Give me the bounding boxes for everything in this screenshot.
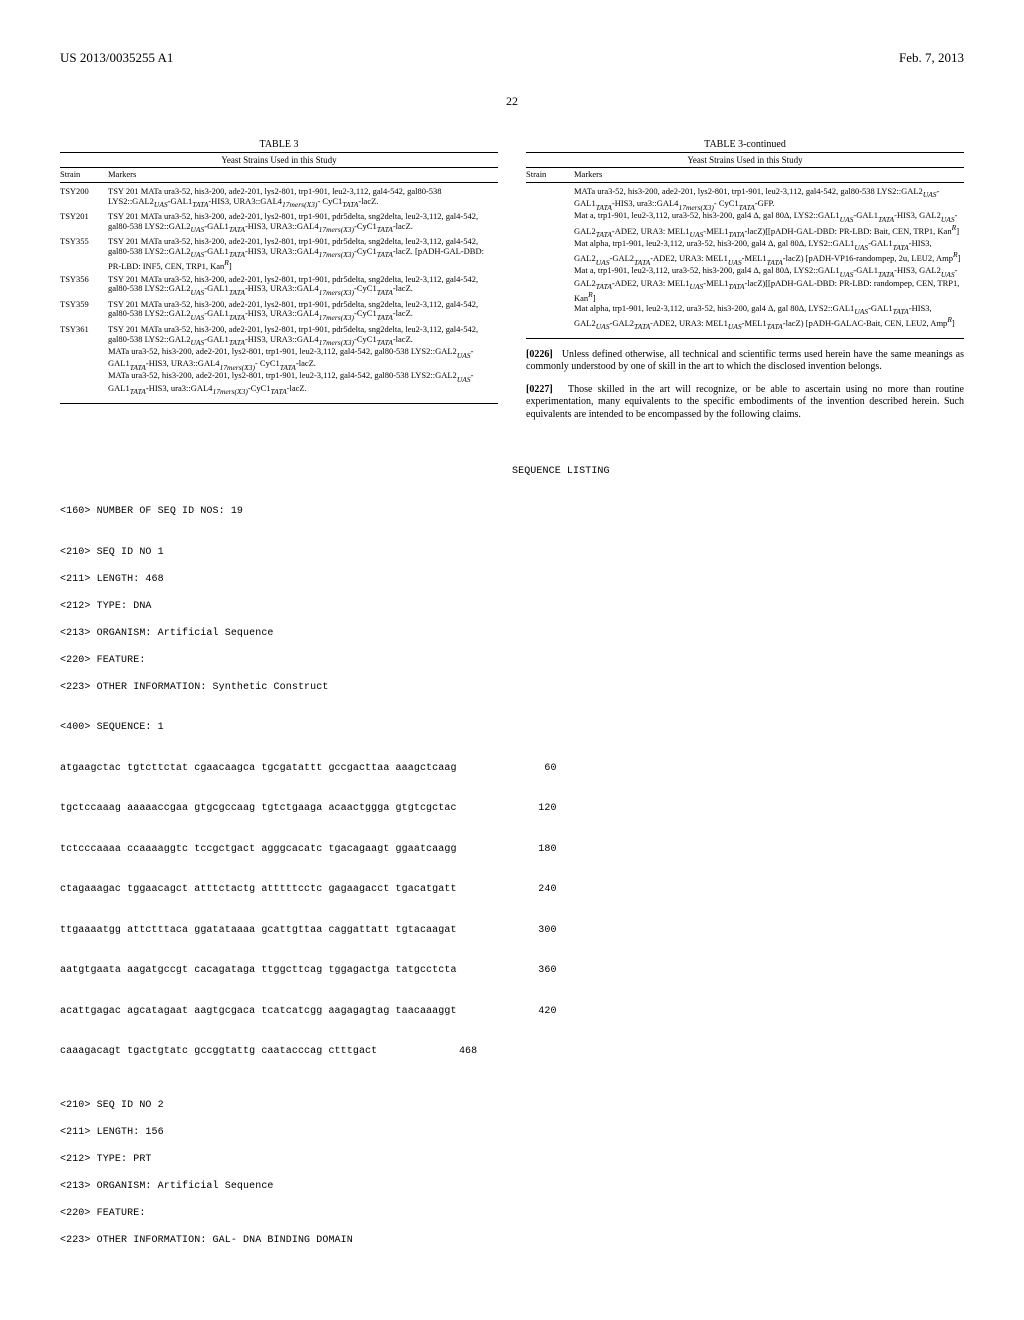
seq-header-line: <212> TYPE: PRT — [60, 1153, 964, 1167]
strain-cell — [526, 187, 574, 331]
col-header-markers: Markers — [108, 170, 498, 180]
seq-line: ctagaaagac tggaacagct atttctactg atttttc… — [60, 883, 964, 897]
table-header-row: Strain Markers — [60, 170, 498, 183]
col-header-strain: Strain — [60, 170, 108, 180]
strain-table-left: Strain Markers TSY200 TSY 201 MATa ura3-… — [60, 170, 498, 404]
markers-cell: TSY 201 MATa ura3-52, his3-200, ade2-201… — [108, 212, 498, 234]
seq-header-line: <212> TYPE: DNA — [60, 600, 964, 614]
strain-table-right: Strain Markers MATa ura3-52, his3-200, a… — [526, 170, 964, 339]
markers-cell: TSY 201 MATa ura3-52, his3-200, ade2-201… — [108, 300, 498, 322]
publication-number: US 2013/0035255 A1 — [60, 50, 173, 66]
seq-line: caaagacagt tgactgtatc gccggtattg caatacc… — [60, 1045, 964, 1059]
sequence-listing-title: SEQUENCE LISTING — [512, 465, 964, 479]
page-number: 22 — [60, 94, 964, 109]
seq-line: atgaagctac tgtcttctat cgaacaagca tgcgata… — [60, 762, 964, 776]
left-column: TABLE 3 Yeast Strains Used in this Study… — [60, 139, 498, 421]
paragraph-0226: [0226] Unless defined otherwise, all tec… — [526, 349, 964, 374]
seq-header-line: <223> OTHER INFORMATION: Synthetic Const… — [60, 681, 964, 695]
seq-line: aatgtgaata aagatgccgt cacagataga ttggctt… — [60, 964, 964, 978]
table-row: TSY356 TSY 201 MATa ura3-52, his3-200, a… — [60, 275, 498, 297]
right-column: TABLE 3-continued Yeast Strains Used in … — [526, 139, 964, 421]
sequence-listing: SEQUENCE LISTING <160> NUMBER OF SEQ ID … — [60, 451, 964, 1261]
table-row: TSY361 TSY 201 MATa ura3-52, his3-200, a… — [60, 325, 498, 396]
table-row: TSY359 TSY 201 MATa ura3-52, his3-200, a… — [60, 300, 498, 322]
seq-header-line: <220> FEATURE: — [60, 654, 964, 668]
seq-header-line: <210> SEQ ID NO 1 — [60, 546, 964, 560]
strain-cell: TSY355 — [60, 237, 108, 272]
table-row: TSY355 TSY 201 MATa ura3-52, his3-200, a… — [60, 237, 498, 272]
table-header-row: Strain Markers — [526, 170, 964, 183]
seq-header-line: <220> FEATURE: — [60, 1207, 964, 1221]
seq-tag: <400> SEQUENCE: 1 — [60, 721, 964, 735]
table3-caption: Yeast Strains Used in this Study — [60, 152, 498, 168]
strain-cell: TSY359 — [60, 300, 108, 322]
table-row: TSY200 TSY 201 MATa ura3-52, his3-200, a… — [60, 187, 498, 209]
paragraph-text: Those skilled in the art will recognize,… — [526, 384, 964, 420]
seq-line: tctcccaaaa ccaaaaggtc tccgctgact agggcac… — [60, 843, 964, 857]
seq-header-line: <223> OTHER INFORMATION: GAL- DNA BINDIN… — [60, 1234, 964, 1248]
publication-date: Feb. 7, 2013 — [899, 50, 964, 66]
table3-cont-caption: Yeast Strains Used in this Study — [526, 152, 964, 168]
paragraph-0227: [0227] Those skilled in the art will rec… — [526, 384, 964, 422]
markers-cell: TSY 201 MATa ura3-52, his3-200, ade2-201… — [108, 275, 498, 297]
col-header-markers: Markers — [574, 170, 964, 180]
table-row: TSY201 TSY 201 MATa ura3-52, his3-200, a… — [60, 212, 498, 234]
markers-cell: TSY 201 MATa ura3-52, his3-200, ade2-201… — [108, 325, 498, 396]
seq-header-line: <213> ORGANISM: Artificial Sequence — [60, 627, 964, 641]
markers-cell: TSY 201 MATa ura3-52, his3-200, ade2-201… — [108, 237, 498, 272]
strain-cell: TSY201 — [60, 212, 108, 234]
seq-line: ttgaaaatgg attctttaca ggatataaaa gcattgt… — [60, 924, 964, 938]
paragraph-number: [0227] — [526, 384, 553, 395]
page-header: US 2013/0035255 A1 Feb. 7, 2013 — [60, 50, 964, 66]
table-row: MATa ura3-52, his3-200, ade2-201, lys2-8… — [526, 187, 964, 331]
col-header-strain: Strain — [526, 170, 574, 180]
seq-num-line: <160> NUMBER OF SEQ ID NOS: 19 — [60, 505, 964, 519]
strain-cell: TSY361 — [60, 325, 108, 396]
seq-line: tgctccaaag aaaaaccgaa gtgcgccaag tgtctga… — [60, 802, 964, 816]
seq-header-line: <213> ORGANISM: Artificial Sequence — [60, 1180, 964, 1194]
paragraph-number: [0226] — [526, 349, 553, 360]
seq-line: acattgagac agcatagaat aagtgcgaca tcatcat… — [60, 1005, 964, 1019]
markers-cell: MATa ura3-52, his3-200, ade2-201, lys2-8… — [574, 187, 964, 331]
strain-cell: TSY200 — [60, 187, 108, 209]
table3-title: TABLE 3 — [60, 139, 498, 150]
seq-header-line: <210> SEQ ID NO 2 — [60, 1099, 964, 1113]
table3-cont-title: TABLE 3-continued — [526, 139, 964, 150]
markers-cell: TSY 201 MATa ura3-52, his3-200, ade2-201… — [108, 187, 498, 209]
seq-header-line: <211> LENGTH: 156 — [60, 1126, 964, 1140]
seq-header-line: <211> LENGTH: 468 — [60, 573, 964, 587]
paragraph-text: Unless defined otherwise, all technical … — [526, 349, 964, 373]
strain-cell: TSY356 — [60, 275, 108, 297]
